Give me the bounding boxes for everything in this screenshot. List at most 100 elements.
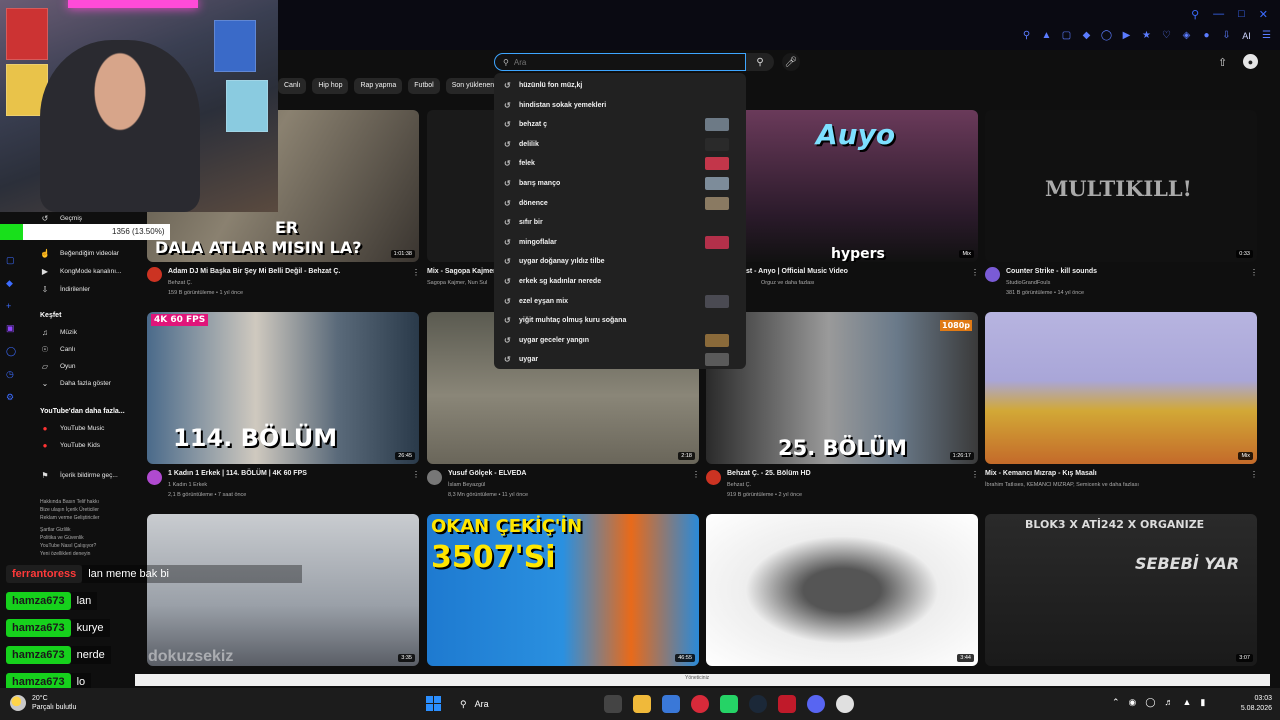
chrome-icon[interactable] [836, 695, 854, 713]
messenger-icon[interactable]: ◯ [6, 346, 26, 357]
plus-icon[interactable]: + [6, 301, 26, 311]
battery-icon[interactable]: ▮ [1200, 697, 1205, 708]
video-thumbnail[interactable]: Auyo hypers Mix [706, 110, 978, 262]
maximize-icon[interactable]: □ [1238, 8, 1245, 21]
footer-line[interactable]: Hakkında Basın Telif hakkı [40, 498, 135, 506]
search-suggestion[interactable]: ↺ dönence [494, 194, 746, 213]
search-suggestion[interactable]: ↺ uygar geceler yangın [494, 331, 746, 350]
channel-avatar[interactable] [985, 267, 1000, 282]
file-explorer-icon[interactable] [633, 695, 651, 713]
footer-line[interactable]: YouTube Nasıl Çalışıyor? [40, 542, 135, 550]
footer-line[interactable]: Şartlar Gizlilik [40, 526, 135, 534]
sidebar-item-channel[interactable]: ▶ KongMode kanalını... [40, 267, 122, 276]
search-suggestion[interactable]: ↺ hindistan sokak yemekleri [494, 96, 746, 115]
bookmark-icon[interactable]: ★ [1141, 30, 1152, 41]
puzzle-icon[interactable]: ◈ [1181, 30, 1192, 41]
app-icon[interactable] [778, 695, 796, 713]
channel-avatar[interactable] [706, 470, 721, 485]
zoom-icon[interactable]: ⚲ [1021, 30, 1032, 41]
microphone-icon[interactable]: ◯ [1145, 697, 1155, 708]
chip-hip-hop[interactable]: Hip hop [312, 78, 349, 94]
video-thumbnail[interactable]: 3:35 [147, 514, 419, 666]
tab-icon[interactable]: ▢ [1061, 30, 1072, 41]
pin-icon[interactable]: ▲ [1041, 30, 1052, 41]
channel-avatar[interactable] [147, 267, 162, 282]
footer-line[interactable]: Bize ulaşın İçerik Üreticiler [40, 506, 135, 514]
avatar[interactable]: ● [1243, 54, 1258, 69]
more-options-icon[interactable]: ⋮ [412, 268, 420, 277]
profile-icon[interactable]: ● [1201, 30, 1212, 41]
chevron-up-icon[interactable]: ⌃ [1112, 697, 1120, 708]
taskbar-clock[interactable]: 03:03 5.08.2026 [1232, 694, 1272, 714]
upload-icon[interactable]: ⇧ [1218, 56, 1227, 69]
taskbar-search[interactable]: ⚲ Ara [452, 693, 592, 715]
video-thumbnail[interactable]: MULTIKILL! 0:33 [985, 110, 1257, 262]
chip-rap[interactable]: Rap yapma [354, 78, 403, 94]
opera-icon[interactable] [691, 695, 709, 713]
minimize-icon[interactable]: — [1213, 8, 1224, 21]
settings-icon[interactable]: ⚙ [6, 392, 26, 403]
twitter-icon[interactable]: ◆ [6, 278, 26, 289]
more-options-icon[interactable]: ⋮ [692, 470, 700, 479]
search-suggestion[interactable]: ↺ ezel eyşan mix [494, 292, 746, 311]
video-thumbnail[interactable]: BLOK3 X ATİ242 X ORGANIZE SEBEBİ YAR 3:0… [985, 514, 1257, 666]
sidebar-item-show-more[interactable]: ⌄ Daha fazla göster [40, 379, 111, 388]
chip-football[interactable]: Futbol [408, 78, 440, 94]
store-icon[interactable] [662, 695, 680, 713]
footer-line[interactable]: Politika ve Güvenlik [40, 534, 135, 542]
video-title[interactable]: Behzat Ç. - 25. Bölüm HD [727, 470, 811, 477]
volume-icon[interactable]: ♬ [1164, 697, 1173, 708]
video-thumbnail[interactable]: 4K 60 FPS 114. BÖLÜM 26:45 [147, 312, 419, 464]
sidebar-item-yt-music[interactable]: ● YouTube Music [40, 424, 105, 433]
video-thumbnail[interactable]: OKAN ÇEKİÇ'İN 3507'Si 46:55 [427, 514, 699, 666]
menu-icon[interactable]: ☰ [1261, 30, 1272, 41]
sidebar-item-downloads[interactable]: ⇩ İndirilenler [40, 285, 90, 294]
instagram-icon[interactable]: ▢ [6, 255, 26, 266]
sidebar-item-report[interactable]: ⚑ İçerik bildirme geç... [40, 471, 117, 480]
clock-icon[interactable]: ◯ [1101, 30, 1112, 41]
video-title[interactable]: st - Anyo | Official Music Video [746, 268, 848, 275]
search-suggestion[interactable]: ↺ uygar [494, 350, 746, 369]
wifi-icon[interactable]: ▲ [1182, 697, 1191, 708]
download-icon[interactable]: ⇩ [1221, 30, 1232, 41]
video-title[interactable]: 1 Kadın 1 Erkek | 114. BÖLÜM | 4K 60 FPS [168, 470, 307, 477]
video-title[interactable]: Adam DJ Mi Başka Bir Şey Mi Belli Değil … [168, 268, 340, 275]
weather-widget[interactable]: 20°C Parçalı bulutlu [10, 694, 76, 712]
heart-icon[interactable]: ♡ [1161, 30, 1172, 41]
search-suggestion[interactable]: ↺ barış manço [494, 174, 746, 193]
video-thumbnail[interactable]: 3:44 [706, 514, 978, 666]
video-title[interactable]: Mix - Kemancı Mızrap - Kış Masalı [985, 470, 1097, 477]
search-icon[interactable]: ⚲ [1191, 8, 1199, 21]
video-title[interactable]: Counter Strike - kill sounds [1006, 268, 1097, 275]
channel-name[interactable]: Behzat Ç. [727, 482, 751, 488]
windows-start-icon[interactable] [426, 696, 441, 711]
channel-name[interactable]: 1 Kadın 1 Erkek [168, 482, 207, 488]
channel-name[interactable]: StudioGrandFouls [1006, 280, 1050, 286]
shield-icon[interactable]: ◆ [1081, 30, 1092, 41]
ai-extension-button[interactable]: AI [1241, 30, 1252, 41]
network-icon[interactable]: ◉ [1129, 697, 1137, 708]
channel-avatar[interactable] [147, 470, 162, 485]
play-icon[interactable]: ▶ [1121, 30, 1132, 41]
voice-search-button[interactable]: 🎤︎ [782, 53, 800, 71]
more-options-icon[interactable]: ⋮ [412, 470, 420, 479]
search-suggestion[interactable]: ↺ erkek sg kadınlar nerede [494, 272, 746, 291]
channel-name[interactable]: Orguz ve daha fazlası [761, 280, 815, 286]
video-thumbnail[interactable]: Mix [985, 312, 1257, 464]
steam-icon[interactable] [749, 695, 767, 713]
search-suggestion[interactable]: ↺ sıfır bir [494, 213, 746, 232]
search-suggestion[interactable]: ↺ yiğit muhtaç olmuş kuru soğana [494, 311, 746, 330]
search-suggestion[interactable]: ↺ delilik [494, 135, 746, 154]
video-title[interactable]: Yusuf Gölçek - ELVEDA [448, 470, 526, 477]
search-input[interactable] [513, 57, 714, 67]
footer-line[interactable]: Reklam verme Geliştiriciler [40, 514, 135, 522]
channel-name[interactable]: Sagopa Kajmer, Nun Sul [427, 280, 487, 286]
more-options-icon[interactable]: ⋮ [971, 470, 979, 479]
search-suggestion[interactable]: ↺ felek [494, 154, 746, 173]
whatsapp-icon[interactable] [720, 695, 738, 713]
sidebar-item-history[interactable]: ↺ Geçmiş [40, 214, 82, 223]
search-suggestion[interactable]: ↺ mingoflalar [494, 233, 746, 252]
search-suggestion[interactable]: ↺ hüzünlü fon müz,kj [494, 76, 746, 95]
close-icon[interactable]: ✕ [1259, 8, 1268, 21]
twitch-icon[interactable]: ▣ [6, 323, 26, 334]
